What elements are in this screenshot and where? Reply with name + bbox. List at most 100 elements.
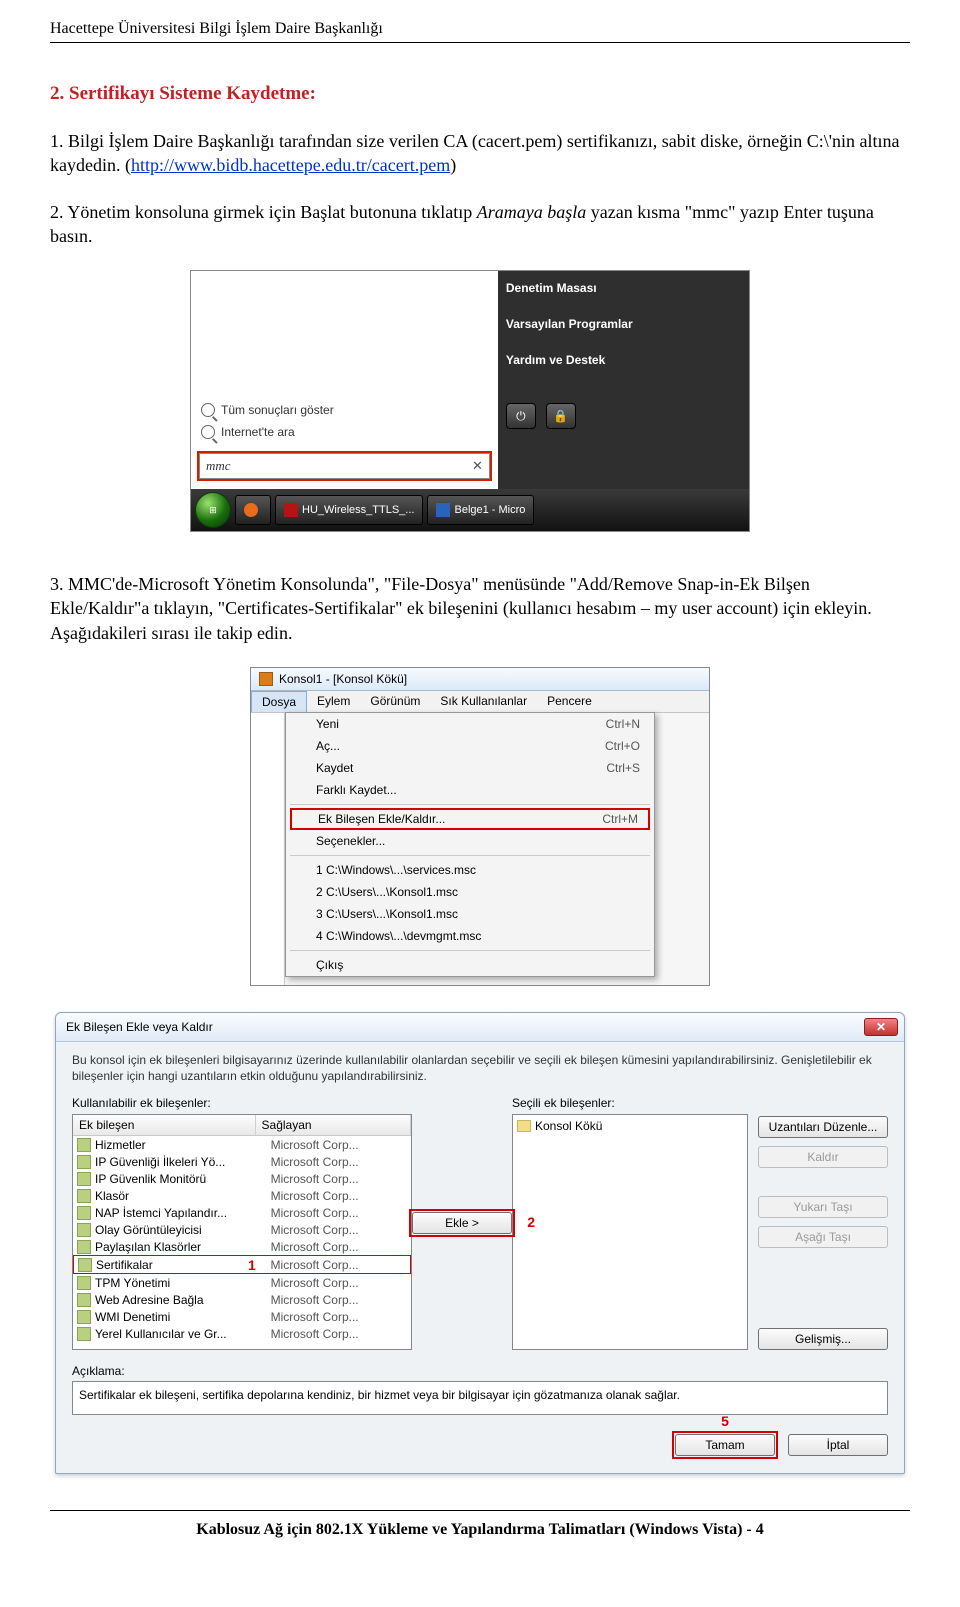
snapin-icon bbox=[77, 1240, 91, 1254]
snapin-row[interactable]: Web Adresine Bağla Microsoft Corp... bbox=[73, 1291, 411, 1308]
menu-recent-2[interactable]: 2 C:\Users\...\Konsol1.msc bbox=[286, 881, 654, 903]
search-input[interactable] bbox=[206, 458, 428, 474]
snapin-name: Klasör bbox=[95, 1189, 267, 1203]
add-button[interactable]: Ekle > bbox=[412, 1212, 512, 1234]
snapin-row[interactable]: WMI DenetimiMicrosoft Corp... bbox=[73, 1308, 411, 1325]
snapin-icon bbox=[77, 1310, 91, 1324]
cert-url-link[interactable]: http://www.bidb.hacettepe.edu.tr/cacert.… bbox=[131, 155, 450, 175]
control-panel-link[interactable]: Denetim Masası bbox=[506, 281, 741, 295]
firefox-icon bbox=[244, 503, 258, 517]
snapin-row[interactable]: HizmetlerMicrosoft Corp... bbox=[73, 1136, 411, 1153]
cancel-button[interactable]: İptal bbox=[788, 1434, 888, 1456]
start-button[interactable]: ⊞ bbox=[195, 492, 231, 528]
dialog-title-text: Ek Bileşen Ekle veya Kaldır bbox=[66, 1020, 213, 1034]
snapin-vendor: Microsoft Corp... bbox=[271, 1344, 359, 1345]
remove-button[interactable]: Kaldır bbox=[758, 1146, 888, 1168]
menu-add-remove-snapin[interactable]: Ek Bileşen Ekle/Kaldır...Ctrl+M bbox=[290, 808, 650, 830]
power-icon[interactable]: ⏻ bbox=[506, 403, 536, 429]
snapin-row[interactable]: IP Güvenlik MonitörüMicrosoft Corp... bbox=[73, 1170, 411, 1187]
snapin-name: Yerel Kullanıcılar ve Gr... bbox=[95, 1327, 267, 1341]
selected-label: Seçili ek bileşenler: bbox=[512, 1096, 748, 1110]
menu-recent-1[interactable]: 1 C:\Windows\...\services.msc bbox=[286, 859, 654, 881]
menu-new[interactable]: YeniCtrl+N bbox=[286, 713, 654, 735]
menu-recent-4[interactable]: 4 C:\Windows\...\devmgmt.msc bbox=[286, 925, 654, 947]
menu-exit[interactable]: Çıkış bbox=[286, 954, 654, 976]
taskbar-firefox[interactable] bbox=[235, 495, 271, 525]
search-suggestion-web[interactable]: Internet'te ara bbox=[191, 421, 498, 443]
section-title: 2. Sertifikayı Sisteme Kaydetme: bbox=[50, 83, 910, 105]
snapin-row[interactable]: TPM YönetimiMicrosoft Corp... bbox=[73, 1274, 411, 1291]
move-up-button[interactable]: Yukarı Taşı bbox=[758, 1196, 888, 1218]
snapin-icon bbox=[77, 1276, 91, 1290]
clear-search-icon[interactable]: ✕ bbox=[472, 458, 483, 474]
paragraph-2: 2. Yönetim konsoluna girmek için Başlat … bbox=[50, 200, 910, 249]
snapin-icon bbox=[77, 1344, 91, 1345]
snapin-row[interactable]: Klasör Microsoft Corp... bbox=[73, 1187, 411, 1204]
menu-window[interactable]: Pencere bbox=[537, 691, 602, 712]
snapin-vendor: Microsoft Corp... bbox=[271, 1327, 359, 1341]
paragraph-1: 1. Bilgi İşlem Daire Başkanlığı tarafınd… bbox=[50, 129, 910, 178]
snapin-name: IP Güvenlik Monitörü bbox=[95, 1172, 267, 1186]
snapin-icon bbox=[77, 1172, 91, 1186]
edit-extensions-button[interactable]: Uzantıları Düzenle... bbox=[758, 1116, 888, 1138]
menu-favorites[interactable]: Sık Kullanılanlar bbox=[430, 691, 537, 712]
default-programs-link[interactable]: Varsayılan Programlar bbox=[506, 317, 741, 331]
available-label: Kullanılabilir ek bileşenler: bbox=[72, 1096, 412, 1110]
taskbar-pdf-label: HU_Wireless_TTLS_... bbox=[302, 504, 414, 516]
help-support-link[interactable]: Yardım ve Destek bbox=[506, 353, 741, 367]
snapin-vendor: Microsoft Corp... bbox=[271, 1293, 359, 1307]
snapin-icon bbox=[77, 1293, 91, 1307]
snapin-row[interactable]: Olay GörüntüleyicisiMicrosoft Corp... bbox=[73, 1221, 411, 1238]
start-left-panel: Tüm sonuçları göster Internet'te ara ✕ bbox=[191, 271, 498, 489]
selected-snapins-list[interactable]: Konsol Kökü bbox=[512, 1114, 748, 1350]
taskbar-word[interactable]: Belge1 - Micro bbox=[427, 495, 534, 525]
move-down-button[interactable]: Aşağı Taşı bbox=[758, 1226, 888, 1248]
snapin-icon bbox=[77, 1327, 91, 1341]
advanced-button[interactable]: Gelişmiş... bbox=[758, 1328, 888, 1350]
menu-save[interactable]: KaydetCtrl+S bbox=[286, 757, 654, 779]
menu-separator bbox=[290, 804, 650, 805]
snapin-vendor: Microsoft Corp... bbox=[271, 1189, 359, 1203]
snapin-vendor: Microsoft Corp... bbox=[271, 1138, 359, 1152]
para2-pre: 2. Yönetim konsoluna girmek için Başlat … bbox=[50, 202, 477, 222]
word-icon bbox=[436, 503, 450, 517]
menu-separator bbox=[290, 950, 650, 951]
available-snapins-list[interactable]: Ek bileşen Sağlayan HizmetlerMicrosoft C… bbox=[72, 1114, 412, 1350]
snapin-row[interactable]: IP Güvenliği İlkeleri Yö...Microsoft Cor… bbox=[73, 1153, 411, 1170]
console-root-node[interactable]: Konsol Kökü bbox=[517, 1119, 743, 1133]
snapin-row[interactable]: Sertifikalar1Microsoft Corp... bbox=[73, 1255, 411, 1274]
description-box: Sertifikalar ek bileşeni, sertifika depo… bbox=[72, 1381, 888, 1415]
menu-recent-3[interactable]: 3 C:\Users\...\Konsol1.msc bbox=[286, 903, 654, 925]
menu-saveas[interactable]: Farklı Kaydet... bbox=[286, 779, 654, 801]
menu-view[interactable]: Görünüm bbox=[360, 691, 430, 712]
search-icon bbox=[201, 403, 215, 417]
snapin-name: Yetkilendirme Yöneticisi bbox=[95, 1344, 267, 1345]
snapin-row[interactable]: NAP İstemci Yapılandır...Microsoft Corp.… bbox=[73, 1204, 411, 1221]
menu-action[interactable]: Eylem bbox=[307, 691, 360, 712]
paragraph-3: 3. MMC'de-Microsoft Yönetim Konsolunda",… bbox=[50, 572, 910, 645]
snapin-name: IP Güvenliği İlkeleri Yö... bbox=[95, 1155, 267, 1169]
lock-icon[interactable]: 🔒 bbox=[546, 403, 576, 429]
search-box[interactable]: ✕ bbox=[199, 453, 490, 479]
ok-button[interactable]: Tamam bbox=[675, 1434, 775, 1456]
snapin-row[interactable]: Yetkilendirme Yöneticisi Microsoft Corp..… bbox=[73, 1342, 411, 1344]
mmc-menubar: Dosya Eylem Görünüm Sık Kullanılanlar Pe… bbox=[251, 691, 709, 713]
close-button[interactable]: ✕ bbox=[864, 1018, 898, 1036]
menu-open[interactable]: Aç...Ctrl+O bbox=[286, 735, 654, 757]
taskbar-pdf[interactable]: HU_Wireless_TTLS_... bbox=[275, 495, 423, 525]
snapin-row[interactable]: Paylaşılan KlasörlerMicrosoft Corp... bbox=[73, 1238, 411, 1255]
page-header: Hacettepe Üniversitesi Bilgi İşlem Daire… bbox=[50, 20, 910, 43]
snapin-name: Olay Görüntüleyicisi bbox=[95, 1223, 267, 1237]
menu-options[interactable]: Seçenekler... bbox=[286, 830, 654, 852]
mmc-title-text: Konsol1 - [Konsol Kökü] bbox=[279, 672, 407, 686]
snapin-name: Web Adresine Bağla bbox=[95, 1293, 267, 1307]
snapin-row[interactable]: Yerel Kullanıcılar ve Gr... Microsoft Cor… bbox=[73, 1325, 411, 1342]
add-button-highlight: Ekle > 2 bbox=[409, 1209, 515, 1237]
dialog-titlebar: Ek Bileşen Ekle veya Kaldır ✕ bbox=[56, 1013, 904, 1042]
snapin-vendor: Microsoft Corp... bbox=[271, 1206, 359, 1220]
menu-file[interactable]: Dosya bbox=[251, 691, 307, 712]
taskbar-word-label: Belge1 - Micro bbox=[454, 504, 525, 516]
snapin-icon bbox=[77, 1138, 91, 1152]
start-menu-screenshot: Tüm sonuçları göster Internet'te ara ✕ D… bbox=[190, 270, 750, 532]
search-suggestion-all[interactable]: Tüm sonuçları göster bbox=[191, 399, 498, 421]
